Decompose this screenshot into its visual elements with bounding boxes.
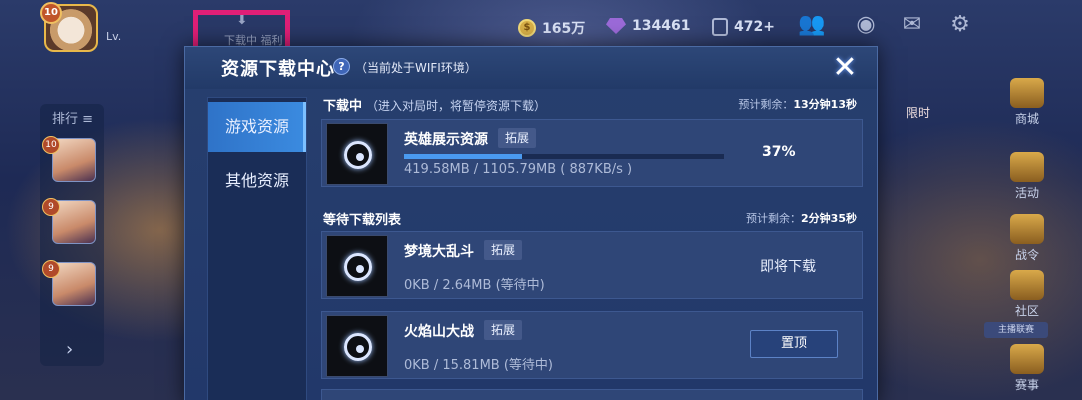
resource-logo-icon bbox=[326, 123, 388, 185]
player-avatar[interactable]: 10 bbox=[40, 2, 98, 52]
gold-counter[interactable]: $ 165万 bbox=[518, 18, 585, 38]
event-menu-item[interactable]: 赛事 bbox=[992, 344, 1062, 393]
rank-title: 排行 ≡ bbox=[52, 112, 94, 127]
ticket-value: 472+ bbox=[734, 19, 775, 35]
remaining-label: 预计剩余： bbox=[746, 212, 802, 225]
trophy-icon bbox=[1010, 344, 1044, 374]
dialog-title: 资源下载中心 bbox=[221, 59, 335, 80]
downloading-title: 下载中 bbox=[323, 99, 363, 114]
resource-name: 英雄展示资源 bbox=[404, 132, 488, 148]
mail-icon[interactable]: ✉ bbox=[896, 12, 928, 40]
resource-size: 0KB / 2.64MB (等待中) bbox=[404, 278, 545, 293]
community-label: 社区 bbox=[1014, 304, 1039, 318]
activity-icon bbox=[1010, 152, 1044, 182]
resource-tabs: 游戏资源 其他资源 bbox=[207, 97, 307, 400]
shop-icon bbox=[1010, 78, 1044, 108]
resource-name: 梦境大乱斗 bbox=[404, 244, 474, 260]
dialog-header: 资源下载中心 ? （当前处于WIFI环境） ✕ bbox=[185, 47, 877, 89]
queue-item: 火焰山大战 拓展 0KB / 15.81MB (等待中) 置顶 bbox=[321, 311, 863, 379]
tab-other-resources[interactable]: 其他资源 bbox=[208, 156, 306, 206]
download-progress-fill bbox=[404, 154, 523, 159]
friends-icon[interactable]: 👥 bbox=[796, 12, 828, 40]
chevron-right-icon[interactable]: › bbox=[66, 339, 73, 360]
queue-item bbox=[321, 389, 863, 400]
resource-name: 火焰山大战 bbox=[404, 324, 474, 340]
activity-menu-item[interactable]: 活动 bbox=[992, 152, 1062, 201]
player-level-badge: 10 bbox=[40, 2, 62, 24]
diamond-icon bbox=[606, 18, 626, 34]
activity-label: 活动 bbox=[1014, 186, 1039, 200]
community-menu-item[interactable]: 社区 bbox=[992, 270, 1062, 319]
settings-gear-icon[interactable]: ⚙ bbox=[944, 12, 976, 40]
community-flag: 主播联赛 bbox=[984, 322, 1048, 338]
shop-label: 商城 bbox=[1014, 112, 1039, 126]
diamond-value: 134461 bbox=[632, 18, 691, 34]
event-label: 赛事 bbox=[1014, 378, 1039, 392]
tab-game-resources[interactable]: 游戏资源 bbox=[208, 102, 306, 152]
remaining-value: 13分钟13秒 bbox=[793, 98, 857, 111]
battle-pass-icon bbox=[1010, 214, 1044, 244]
rank-number: 10 bbox=[42, 136, 60, 154]
gold-value: 165万 bbox=[542, 21, 586, 37]
help-icon[interactable]: ? bbox=[333, 58, 350, 75]
ticket-icon bbox=[712, 18, 728, 36]
battle-pass-label: 战令 bbox=[1014, 248, 1039, 262]
community-icon bbox=[1010, 270, 1044, 300]
resource-logo-icon bbox=[326, 235, 388, 297]
player-level-text: Lv. bbox=[106, 30, 122, 43]
queue-item: 梦境大乱斗 拓展 0KB / 2.64MB (等待中) 即将下载 bbox=[321, 231, 863, 299]
resource-download-dialog: 资源下载中心 ? （当前处于WIFI环境） ✕ 游戏资源 其他资源 下载中 （进入… bbox=[184, 46, 878, 400]
resource-type-badge: 拓展 bbox=[498, 128, 537, 148]
ticket-counter[interactable]: 472+ bbox=[712, 18, 775, 36]
rank-number: 9 bbox=[42, 198, 60, 216]
battle-pass-menu-item[interactable]: 战令 bbox=[992, 214, 1062, 263]
remaining-label: 预计剩余： bbox=[738, 98, 794, 111]
wifi-status-note: （当前处于WIFI环境） bbox=[355, 61, 477, 75]
download-progress-bar bbox=[404, 154, 724, 159]
resource-size: 0KB / 15.81MB (等待中) bbox=[404, 358, 553, 373]
resource-type-badge: 拓展 bbox=[484, 240, 523, 260]
close-button[interactable]: ✕ bbox=[829, 53, 861, 85]
queue-remaining: 预计剩余：2分钟35秒 bbox=[746, 210, 857, 226]
queue-status: 即将下载 bbox=[760, 259, 816, 275]
coin-icon: $ bbox=[518, 19, 536, 37]
pin-to-top-button[interactable]: 置顶 bbox=[750, 330, 838, 358]
rank-number: 9 bbox=[42, 260, 60, 278]
timeline-label: 限时 bbox=[906, 106, 931, 120]
resource-type-badge: 拓展 bbox=[484, 320, 523, 340]
queue-section-title: 等待下载列表 bbox=[323, 213, 402, 228]
eye-icon[interactable]: ◉ bbox=[850, 12, 882, 40]
resource-size: 419.58MB / 1105.79MB ( 887KB/s ) bbox=[404, 162, 633, 177]
diamond-counter[interactable]: 134461 bbox=[606, 18, 690, 34]
downloading-section-title: 下载中 （进入对局时，将暂停资源下载） bbox=[323, 95, 546, 114]
downloading-remaining: 预计剩余：13分钟13秒 bbox=[738, 96, 857, 112]
rank-panel[interactable]: 排行 ≡ 10 9 9 › bbox=[40, 104, 104, 366]
shop-menu-item[interactable]: 商城 bbox=[992, 78, 1062, 127]
remaining-value: 2分钟35秒 bbox=[801, 212, 857, 225]
resource-logo-icon bbox=[326, 315, 388, 377]
downloading-item: 英雄展示资源 拓展 419.58MB / 1105.79MB ( 887KB/s… bbox=[321, 119, 863, 187]
downloading-subtitle: （进入对局时，将暂停资源下载） bbox=[366, 99, 547, 113]
download-percent: 37% bbox=[762, 144, 796, 160]
